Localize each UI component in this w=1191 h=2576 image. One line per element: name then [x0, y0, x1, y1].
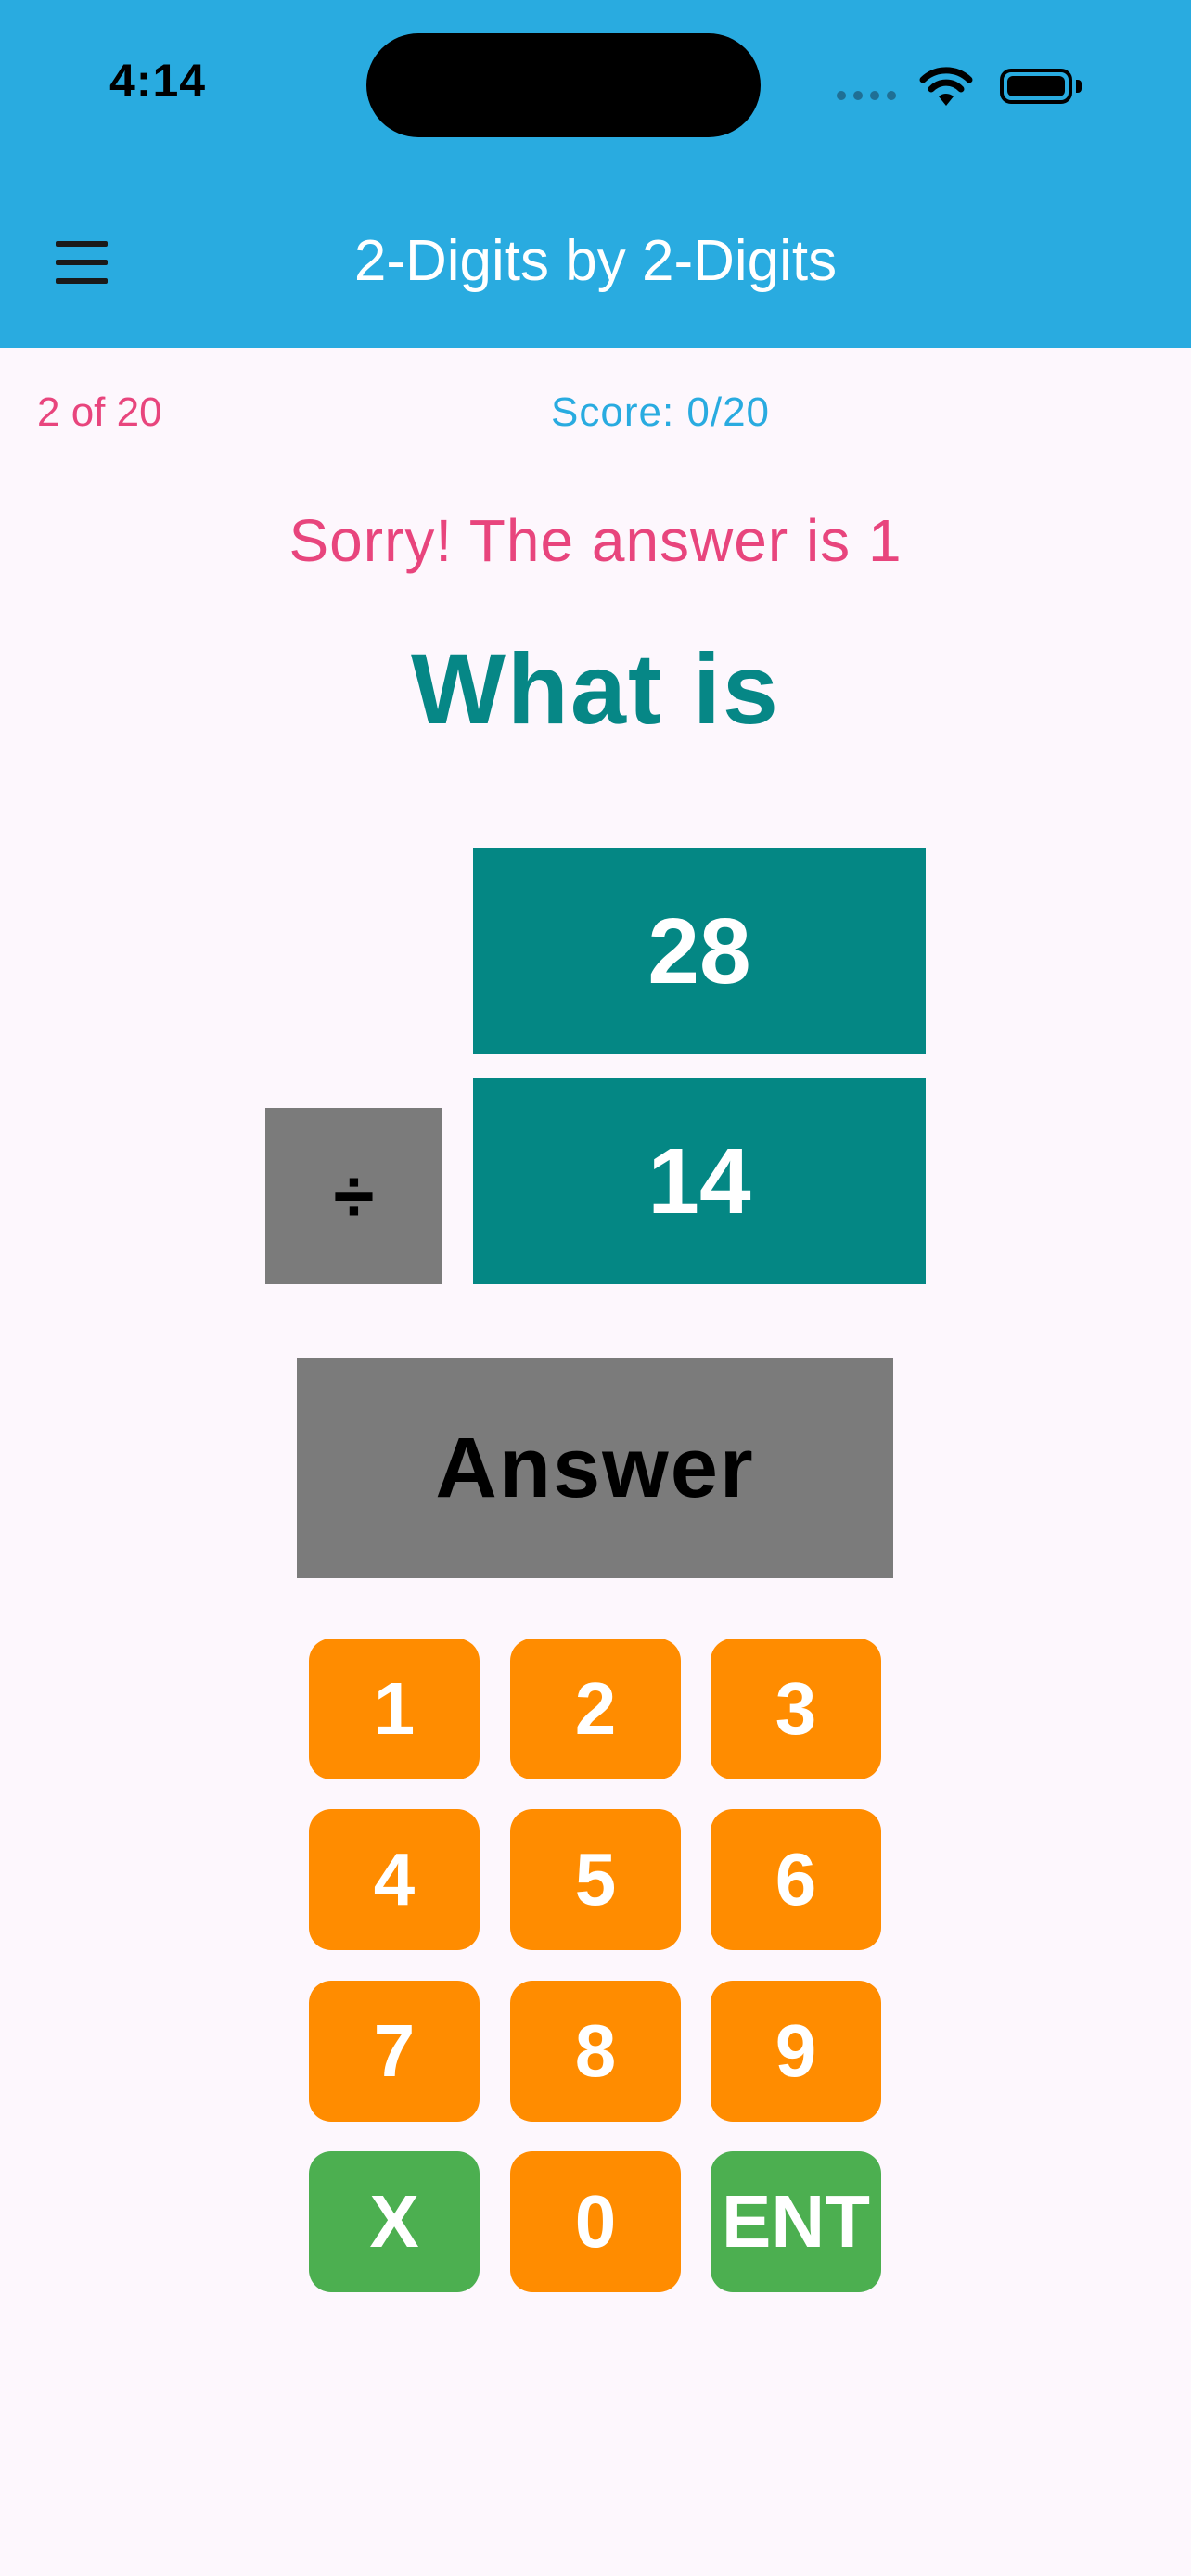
- key-0[interactable]: 0: [510, 2151, 681, 2292]
- status-time: 4:14: [109, 55, 207, 107]
- battery-tip: [1076, 80, 1082, 93]
- key-5[interactable]: 5: [510, 1809, 681, 1950]
- dynamic-island: [366, 33, 761, 137]
- key-7[interactable]: 7: [309, 1981, 480, 2122]
- answer-field[interactable]: Answer: [297, 1358, 893, 1578]
- clear-key[interactable]: X: [309, 2151, 480, 2292]
- feedback-message: Sorry! The answer is 1: [288, 507, 903, 574]
- division-operator: ÷: [265, 1108, 442, 1284]
- page-title: 2-Digits by 2-Digits: [353, 229, 838, 293]
- key-9[interactable]: 9: [711, 1981, 881, 2122]
- key-4[interactable]: 4: [309, 1809, 480, 1950]
- score-label: Score: 0/20: [551, 389, 771, 435]
- key-6[interactable]: 6: [711, 1809, 881, 1950]
- cellular-signal-icon: [837, 91, 902, 102]
- key-2[interactable]: 2: [510, 1639, 681, 1779]
- key-3[interactable]: 3: [711, 1639, 881, 1779]
- app-header: 4:14 2-Digits by 2-Digits: [0, 0, 1191, 348]
- wifi-icon: [919, 67, 973, 106]
- enter-key[interactable]: ENT: [711, 2151, 881, 2292]
- key-8[interactable]: 8: [510, 1981, 681, 2122]
- battery-icon: [1000, 69, 1072, 104]
- question-prompt: What is: [410, 632, 780, 745]
- key-1[interactable]: 1: [309, 1639, 480, 1779]
- bottom-operand: 14: [473, 1078, 926, 1284]
- top-operand: 28: [473, 848, 926, 1054]
- question-progress: 2 of 20: [37, 389, 162, 435]
